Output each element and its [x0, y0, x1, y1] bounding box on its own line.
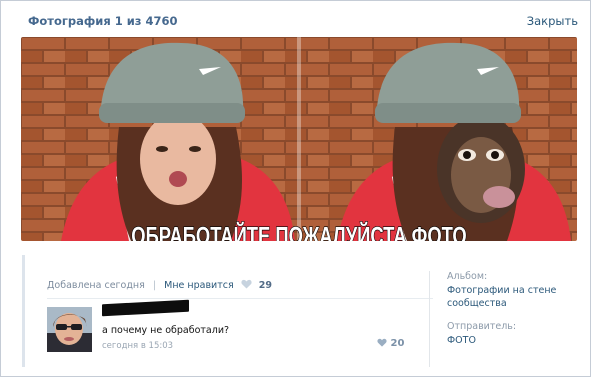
photo-caption-text: ОБРАБОТАЙТЕ ПОЖАЛУЙСТА ФОТО: [131, 222, 466, 241]
album-link-line-2[interactable]: сообщества: [447, 297, 567, 310]
commenter-avatar[interactable]: [47, 307, 92, 352]
meme-photo[interactable]: ОБРАБОТАЙТЕ ПОЖАЛУЙСТА ФОТО: [21, 37, 577, 241]
album-label: Альбом:: [447, 271, 488, 282]
sender-label: Отправитель:: [447, 321, 517, 332]
meta-separator: |: [152, 280, 157, 291]
like-button[interactable]: Мне нравится: [164, 280, 234, 291]
heart-icon[interactable]: [241, 279, 252, 289]
photo-meta-row: Добавлена сегодня | Мне нравится 29: [47, 279, 272, 291]
added-date-label: Добавлена сегодня: [47, 280, 145, 291]
photo-details-column: Альбом: Фотографии на стене сообщества О…: [429, 271, 567, 367]
comment-date[interactable]: сегодня в 15:03: [102, 341, 173, 351]
comment-text: а почему не обработали?: [102, 325, 230, 336]
photo-counter-title: Фотография 1 из 4760: [28, 14, 178, 28]
heart-icon: [377, 338, 387, 347]
like-count: 29: [258, 280, 273, 291]
sender-link[interactable]: ФОТО: [447, 334, 567, 347]
comment-like-button[interactable]: 20: [377, 338, 404, 349]
comments-divider: [47, 298, 433, 299]
album-link[interactable]: Фотографии на стене сообщества: [447, 284, 567, 310]
close-button[interactable]: Закрыть: [527, 14, 578, 28]
comment-like-count: 20: [390, 338, 405, 349]
photo-info-panel: Добавлена сегодня | Мне нравится 29 а по…: [22, 255, 577, 367]
redacted-author-name: [102, 299, 189, 317]
album-link-line-1[interactable]: Фотографии на стене: [447, 284, 567, 297]
panel-left-border: [22, 255, 25, 367]
